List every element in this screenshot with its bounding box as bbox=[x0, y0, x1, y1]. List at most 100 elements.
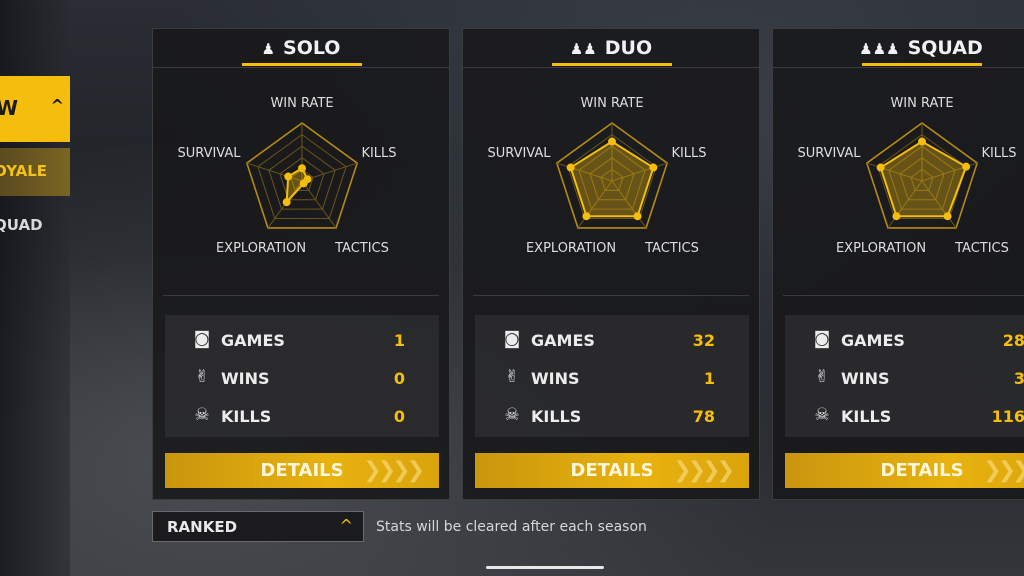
victory-hand-icon: ✌ bbox=[814, 367, 830, 387]
menu-item-label: OYALE bbox=[0, 162, 48, 180]
radar-point bbox=[298, 164, 306, 173]
stat-label: KILLS bbox=[221, 407, 272, 426]
mode-title-underline bbox=[552, 63, 672, 66]
stat-label: KILLS bbox=[841, 407, 892, 426]
stat-row-kills: ☠ KILLS 116 bbox=[785, 399, 1024, 433]
stat-value: 0 bbox=[393, 369, 405, 388]
menu-header[interactable]: W ^ bbox=[0, 76, 70, 142]
home-indicator bbox=[486, 566, 604, 569]
radar-axis-label: EXPLORATION bbox=[526, 241, 616, 256]
radar-axis-label: KILLS bbox=[361, 146, 396, 161]
solo-icon: ♟ bbox=[261, 40, 276, 58]
stat-row-games: ◙ GAMES 1 bbox=[165, 323, 439, 357]
radar-point bbox=[892, 212, 901, 221]
radar-axis-label: TACTICS bbox=[954, 241, 1009, 256]
chevron-up-icon: ^ bbox=[50, 96, 64, 115]
details-button[interactable]: DETAILS ❯❯❯❯ bbox=[785, 453, 1024, 488]
radar-axis-label: EXPLORATION bbox=[836, 241, 926, 256]
mode-title-underline bbox=[862, 63, 982, 66]
radar-chart: WIN RATE KILLS TACTICS EXPLORATION SURVIVAL bbox=[487, 96, 706, 256]
stat-row-wins: ✌ WINS 0 bbox=[165, 361, 439, 395]
radar-axis-label: SURVIVAL bbox=[487, 146, 551, 161]
stat-value: 0 bbox=[393, 407, 405, 426]
victory-hand-icon: ✌ bbox=[194, 367, 210, 387]
stat-label: GAMES bbox=[841, 331, 905, 350]
radar-point bbox=[918, 137, 926, 146]
gamepad-icon: ◙ bbox=[813, 329, 831, 349]
radar-chart: WIN RATE KILLS TACTICS EXPLORATION SURVIVAL bbox=[797, 96, 1016, 256]
mode-card-0: ♟ SOLO WIN RATE KILLS TACTICS EXPLORATION SURV… bbox=[152, 28, 450, 500]
victory-hand-icon: ✌ bbox=[504, 367, 520, 387]
stat-row-wins: ✌ WINS 1 bbox=[475, 361, 749, 395]
skull-icon: ☠ bbox=[504, 405, 520, 425]
radar-point bbox=[649, 163, 658, 172]
menu-header-label: W bbox=[0, 96, 19, 120]
radar-axis-label: WIN RATE bbox=[270, 96, 333, 111]
mode-title: ♟ SOLO bbox=[153, 37, 449, 59]
mode-title: ♟♟♟ SQUAD bbox=[773, 37, 1024, 59]
season-selector[interactable]: RANKED ^ bbox=[152, 511, 364, 542]
mode-card-1: ♟♟ DUO WIN RATE KILLS TACTICS EXPLORATION SURV… bbox=[462, 28, 760, 500]
card-header: ♟♟ DUO bbox=[463, 29, 759, 67]
chevrons-right-icon: ❯❯❯❯ bbox=[673, 458, 735, 483]
stat-row-kills: ☠ KILLS 78 bbox=[475, 399, 749, 433]
divider bbox=[473, 295, 749, 296]
mode-title-text: DUO bbox=[604, 37, 653, 59]
radar-axis-label: TACTICS bbox=[334, 241, 389, 256]
radar-point bbox=[566, 163, 575, 172]
stat-row-games: ◙ GAMES 32 bbox=[475, 323, 749, 357]
details-button-label: DETAILS bbox=[260, 460, 344, 481]
radar-axis-label: EXPLORATION bbox=[216, 241, 306, 256]
stats-panel: ◙ GAMES 28 ✌ WINS 3 ☠ KILLS 116 bbox=[785, 315, 1024, 437]
details-button[interactable]: DETAILS ❯❯❯❯ bbox=[165, 453, 439, 488]
radar-chart: WIN RATE KILLS TACTICS EXPLORATION SURVIVAL bbox=[177, 96, 396, 256]
stat-label: GAMES bbox=[221, 331, 285, 350]
divider bbox=[463, 67, 759, 68]
radar-point bbox=[284, 172, 293, 181]
stat-value: 32 bbox=[692, 331, 715, 350]
stat-value: 78 bbox=[692, 407, 715, 426]
radar-axis-label: KILLS bbox=[671, 146, 706, 161]
stats-panel: ◙ GAMES 32 ✌ WINS 1 ☠ KILLS 78 bbox=[475, 315, 749, 437]
season-selector-label: RANKED bbox=[167, 518, 238, 536]
card-header: ♟ SOLO bbox=[153, 29, 449, 67]
menu-item-battle-royale[interactable]: OYALE bbox=[0, 148, 70, 196]
divider bbox=[153, 67, 449, 68]
stat-label: KILLS bbox=[531, 407, 582, 426]
radar-point bbox=[608, 137, 616, 146]
radar-point bbox=[299, 179, 308, 188]
radar-point bbox=[282, 198, 291, 207]
stat-value: 3 bbox=[1013, 369, 1024, 388]
duo-icon: ♟♟ bbox=[569, 40, 597, 58]
mode-title-text: SQUAD bbox=[907, 37, 983, 59]
radar-area bbox=[569, 140, 655, 218]
mode-title-text: SOLO bbox=[283, 37, 341, 59]
radar-point bbox=[943, 212, 952, 221]
radar-axis-label: SURVIVAL bbox=[177, 146, 241, 161]
chevrons-right-icon: ❯❯❯❯ bbox=[983, 458, 1024, 483]
stat-row-wins: ✌ WINS 3 bbox=[785, 361, 1024, 395]
gamepad-icon: ◙ bbox=[193, 329, 211, 349]
stat-value: 28 bbox=[1002, 331, 1024, 350]
radar-axis-label: WIN RATE bbox=[890, 96, 953, 111]
details-button[interactable]: DETAILS ❯❯❯❯ bbox=[475, 453, 749, 488]
radar-point bbox=[962, 162, 971, 171]
mode-title: ♟♟ DUO bbox=[463, 37, 759, 59]
radar-axis-label: KILLS bbox=[981, 146, 1016, 161]
stats-panel: ◙ GAMES 1 ✌ WINS 0 ☠ KILLS 0 bbox=[165, 315, 439, 437]
squad-icon: ♟♟♟ bbox=[859, 40, 900, 58]
stat-label: WINS bbox=[531, 369, 580, 388]
chevron-up-icon: ^ bbox=[339, 516, 353, 535]
radar-point bbox=[582, 212, 591, 221]
menu-item-squad[interactable]: QUAD bbox=[0, 202, 70, 250]
stat-row-games: ◙ GAMES 28 bbox=[785, 323, 1024, 357]
details-button-label: DETAILS bbox=[880, 460, 964, 481]
stat-row-kills: ☠ KILLS 0 bbox=[165, 399, 439, 433]
details-button-label: DETAILS bbox=[570, 460, 654, 481]
stat-value: 116 bbox=[991, 407, 1024, 426]
stat-label: GAMES bbox=[531, 331, 595, 350]
left-menu: W ^ OYALE QUAD bbox=[0, 0, 70, 576]
radar-axis-label: WIN RATE bbox=[580, 96, 643, 111]
stat-value: 1 bbox=[703, 369, 715, 388]
season-note: Stats will be cleared after each season bbox=[376, 519, 647, 535]
